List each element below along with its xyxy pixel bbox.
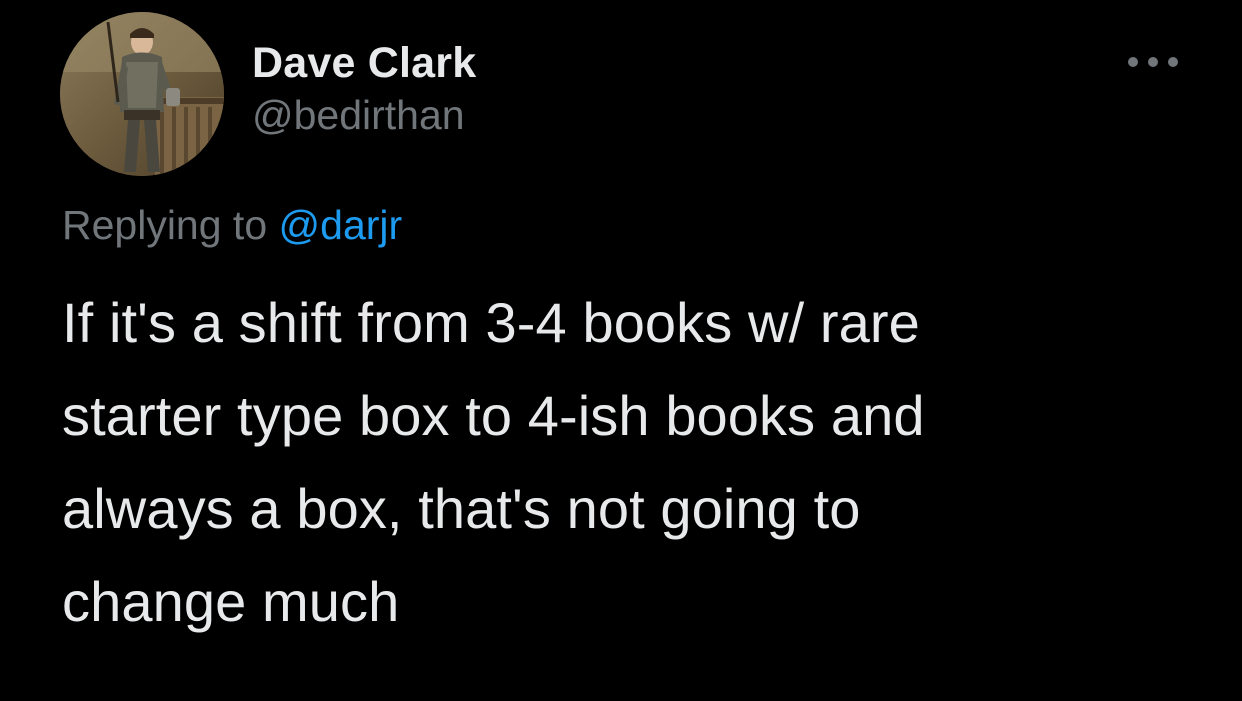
more-options-button[interactable] (1128, 48, 1178, 76)
avatar[interactable] (60, 12, 224, 176)
replying-to-line: Replying to @darjr (62, 198, 402, 252)
tweet: Dave Clark @bedirthan Replying to @darjr… (0, 0, 1242, 701)
author-info: Dave Clark @bedirthan (252, 36, 476, 142)
more-options-icon-dot (1148, 57, 1158, 67)
more-options-icon-dot (1168, 57, 1178, 67)
author-handle[interactable]: @bedirthan (252, 88, 476, 142)
author-display-name[interactable]: Dave Clark (252, 36, 476, 90)
tweet-text-line: change much (62, 570, 400, 633)
reply-mention-link[interactable]: @darjr (279, 202, 403, 248)
tweet-text-line: always a box, that's not going to (62, 477, 861, 540)
tweet-text-line: starter type box to 4-ish books and (62, 384, 925, 447)
tweet-text: If it's a shift from 3-4 books w/ rare s… (62, 276, 1182, 648)
more-options-icon (1128, 57, 1138, 67)
replying-to-label: Replying to (62, 202, 268, 248)
tweet-text-line: If it's a shift from 3-4 books w/ rare (62, 291, 920, 354)
avatar-image (60, 12, 224, 176)
